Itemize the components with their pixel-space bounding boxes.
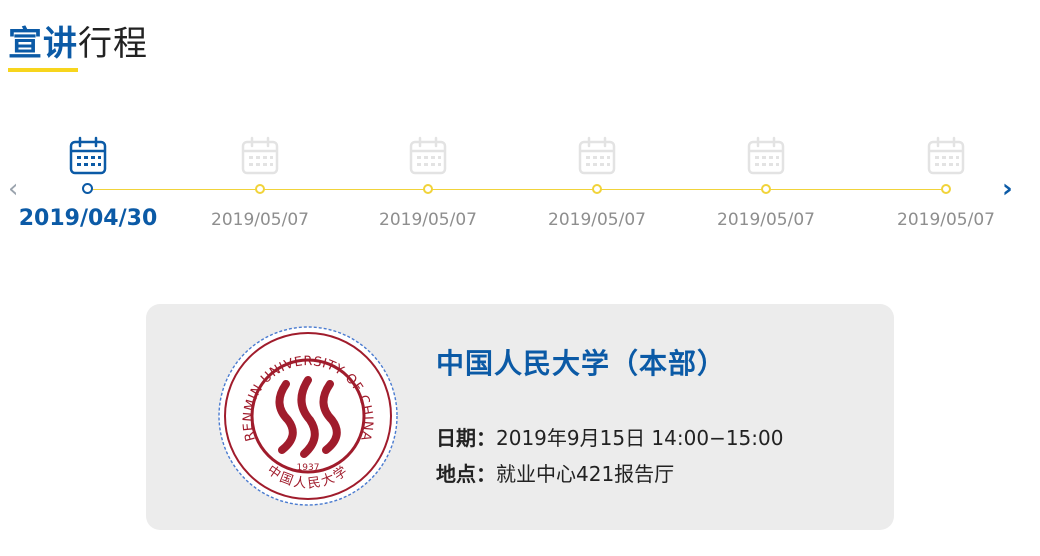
event-card: RENMIN UNIVERSITY OF CHINA 1937 中国人民大学 中… xyxy=(146,304,894,530)
timeline-dot xyxy=(255,184,265,194)
event-place-row: 地点：就业中心421报告厅 xyxy=(436,458,674,487)
event-date-label: 日期： xyxy=(436,426,496,450)
timeline-date: 2019/04/30 xyxy=(18,206,158,231)
calendar-icon xyxy=(747,136,785,175)
timeline-date: 2019/05/07 xyxy=(379,210,477,230)
calendar-icon xyxy=(241,136,279,175)
event-date-value: 2019年9月15日 14:00−15:00 xyxy=(496,426,784,450)
page-title-rest: 行程 xyxy=(78,24,148,64)
page-title-highlight: 宣讲 xyxy=(8,24,78,64)
logo-year: 1937 xyxy=(297,463,320,473)
timeline-item[interactable]: 2019/05/07 xyxy=(343,136,513,236)
event-place-value: 就业中心421报告厅 xyxy=(496,462,675,486)
timeline-item[interactable]: 2019/05/07 xyxy=(681,136,851,236)
title-underline xyxy=(8,68,78,72)
calendar-icon xyxy=(927,136,965,175)
calendar-icon xyxy=(69,136,107,175)
university-name: 中国人民大学（本部） xyxy=(436,347,727,380)
timeline-dot xyxy=(82,183,93,194)
timeline-dot xyxy=(941,184,951,194)
event-place-label: 地点： xyxy=(436,462,496,486)
timeline-item[interactable]: 2019/04/30 xyxy=(3,136,173,236)
timeline-date: 2019/05/07 xyxy=(717,210,815,230)
timeline-date: 2019/05/07 xyxy=(897,210,995,230)
page-title: 宣讲行程 xyxy=(8,16,148,64)
timeline-item[interactable]: 2019/05/07 xyxy=(175,136,345,236)
event-date-row: 日期：2019年9月15日 14:00−15:00 xyxy=(436,422,783,451)
timeline-item[interactable]: 2019/05/07 xyxy=(512,136,682,236)
timeline-date: 2019/05/07 xyxy=(211,210,309,230)
calendar-icon xyxy=(578,136,616,175)
timeline-item[interactable]: 2019/05/07 xyxy=(861,136,1031,236)
timeline-dot xyxy=(423,184,433,194)
timeline-dot xyxy=(592,184,602,194)
timeline-date: 2019/05/07 xyxy=(548,210,646,230)
calendar-icon xyxy=(409,136,447,175)
university-logo: RENMIN UNIVERSITY OF CHINA 1937 中国人民大学 xyxy=(218,326,398,506)
timeline-dot xyxy=(761,184,771,194)
